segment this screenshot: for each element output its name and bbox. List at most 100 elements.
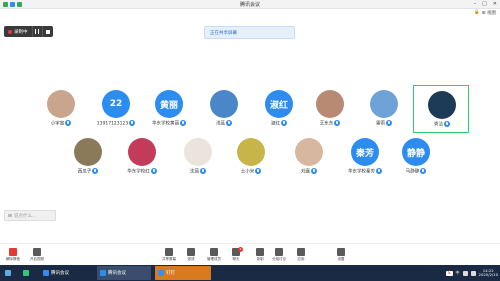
participant-name-text: 秀洁 bbox=[434, 122, 443, 128]
participant-tile[interactable]: 秦芳 华东学校秦芳 bbox=[337, 133, 393, 181]
participant-tile[interactable]: 小宇宙 bbox=[33, 85, 89, 133]
participant-tile[interactable]: 雷雨 bbox=[356, 85, 412, 133]
toolbar-label: 解除静音 bbox=[6, 257, 20, 261]
clock[interactable]: 14:22 2020/2/10 bbox=[479, 268, 498, 278]
participant-tile[interactable]: 静静 马静静 bbox=[388, 133, 444, 181]
participant-tile[interactable]: 22 13917123123 bbox=[88, 85, 144, 133]
participant-name-text: 华东学校秦芳 bbox=[348, 169, 375, 175]
view-button[interactable]: ⊞ 视图 bbox=[482, 10, 496, 16]
avatar bbox=[128, 138, 156, 166]
start-button[interactable] bbox=[2, 266, 16, 280]
participant-name-text: 雷雨 bbox=[376, 121, 385, 127]
maximize-icon[interactable]: □ bbox=[482, 1, 487, 7]
pause-recording-button[interactable] bbox=[33, 26, 43, 37]
taskbar-app-button[interactable]: 腾讯会议 bbox=[40, 266, 92, 280]
toolbar-label: 管理成员 bbox=[207, 257, 221, 261]
title-bar: 腾讯会议 – □ ✕ bbox=[0, 0, 500, 9]
language-indicator[interactable]: 中 bbox=[456, 270, 460, 276]
close-icon[interactable]: ✕ bbox=[493, 1, 497, 7]
participant-tile[interactable]: 西瓜子 bbox=[60, 133, 116, 181]
toolbar-settings-button[interactable]: 设置 bbox=[330, 246, 352, 266]
participant-name-text: 刘嘉 bbox=[301, 169, 310, 175]
apps-icon bbox=[297, 248, 305, 256]
participant-tile[interactable]: 秀洁 bbox=[413, 85, 469, 133]
participant-name-text: 浅蓝 bbox=[216, 121, 225, 127]
meeting-toolbar: 解除静音 开启视频 共享屏幕 邀请 管理成员 聊天 1 录制 分组讨论 应用 设置 bbox=[0, 243, 500, 265]
muted-mic-icon bbox=[311, 168, 317, 174]
participant-name: 秀洁 bbox=[414, 121, 470, 128]
toolbar-group-button[interactable]: 分组讨论 bbox=[268, 246, 290, 266]
participant-name-text: 淑红 bbox=[271, 121, 280, 127]
avatar bbox=[47, 90, 75, 118]
avatar bbox=[295, 138, 323, 166]
taskbar-app-label: 钉钉 bbox=[166, 271, 175, 276]
app-icon bbox=[43, 270, 49, 276]
stop-recording-button[interactable] bbox=[43, 26, 53, 37]
taskbar-app-button[interactable]: 钉钉 bbox=[155, 266, 211, 280]
muted-mic-icon bbox=[129, 120, 136, 126]
network-icon[interactable] bbox=[462, 270, 468, 276]
taskbar-app-label: 腾讯会议 bbox=[108, 271, 126, 276]
meeting-subbar: 🔒 ⊞ 视图 bbox=[0, 9, 500, 18]
participant-name-text: 小宇宙 bbox=[50, 121, 65, 127]
toolbar-chat-button[interactable]: 聊天 1 bbox=[225, 246, 247, 266]
muted-mic-icon bbox=[65, 120, 72, 126]
windows-taskbar: S 中 14:22 2020/2/10 腾讯会议 腾讯会议 钉钉 bbox=[0, 265, 500, 281]
muted-mic-icon bbox=[444, 121, 450, 127]
participant-tile[interactable]: 淑红 淑红 bbox=[251, 85, 307, 133]
muted-mic-icon bbox=[386, 120, 392, 126]
toolbar-camera-button[interactable]: 开启视频 bbox=[26, 246, 48, 266]
participant-name: 土小米 bbox=[223, 168, 279, 175]
pause-icon bbox=[35, 29, 39, 34]
participant-tile[interactable]: 华东学校红 bbox=[114, 133, 170, 181]
toolbar-label: 开启视频 bbox=[30, 257, 44, 261]
participant-tile[interactable]: 黄丽 华东学校黄丽 bbox=[141, 85, 197, 133]
toolbar-invite-button[interactable]: 邀请 bbox=[180, 246, 202, 266]
participant-tile[interactable]: 沈丽 bbox=[170, 133, 226, 181]
muted-mic-icon bbox=[226, 120, 232, 126]
toolbar-label: 邀请 bbox=[187, 257, 195, 261]
muted-mic-icon bbox=[334, 120, 341, 126]
participant-name: 华东学校黄丽 bbox=[141, 120, 197, 127]
taskbar-app-button[interactable]: 腾讯会议 bbox=[97, 266, 151, 280]
chat-input[interactable]: 说点什么... bbox=[4, 210, 56, 221]
camera-icon bbox=[33, 248, 41, 256]
toolbar-apps-button[interactable]: 应用 bbox=[290, 246, 312, 266]
participant-name: 刘嘉 bbox=[281, 168, 337, 175]
wechat-icon bbox=[23, 270, 29, 276]
volume-icon[interactable] bbox=[470, 270, 476, 276]
toolbar-members-button[interactable]: 管理成员 bbox=[203, 246, 225, 266]
minimize-icon[interactable]: – bbox=[474, 1, 477, 7]
lock-icon[interactable]: 🔒 bbox=[474, 10, 480, 15]
participant-tile[interactable]: 浅蓝 bbox=[196, 85, 252, 133]
toolbar-share-button[interactable]: 共享屏幕 bbox=[158, 246, 180, 266]
toolbar-label: 设置 bbox=[337, 257, 345, 261]
input-method-indicator[interactable]: S bbox=[445, 270, 453, 276]
avatar bbox=[237, 138, 265, 166]
participant-name-text: 西瓜子 bbox=[77, 169, 92, 175]
taskbar-app-wechat[interactable] bbox=[20, 266, 32, 280]
members-icon bbox=[210, 248, 218, 256]
share-icon bbox=[165, 248, 173, 256]
window-controls: – □ ✕ bbox=[474, 1, 497, 7]
chat-placeholder: 说点什么... bbox=[14, 214, 37, 219]
avatar: 静静 bbox=[402, 138, 430, 166]
participant-tile[interactable]: 王东东 bbox=[302, 85, 358, 133]
participant-name: 浅蓝 bbox=[196, 120, 252, 127]
avatar: 秦芳 bbox=[351, 138, 379, 166]
participant-tile[interactable]: 刘嘉 bbox=[281, 133, 337, 181]
share-banner[interactable]: 正在共享屏幕 bbox=[204, 26, 295, 39]
participant-name: 沈丽 bbox=[170, 168, 226, 175]
participant-tile[interactable]: 土小米 bbox=[223, 133, 279, 181]
toolbar-mic-button[interactable]: 解除静音 bbox=[2, 246, 24, 266]
avatar bbox=[74, 138, 102, 166]
muted-mic-icon bbox=[376, 168, 382, 174]
participant-name: 西瓜子 bbox=[60, 168, 116, 175]
avatar bbox=[316, 90, 344, 118]
recording-status: 录制中 bbox=[4, 26, 33, 37]
muted-mic-icon bbox=[255, 168, 262, 174]
stop-icon bbox=[45, 29, 50, 34]
avatar bbox=[428, 91, 456, 119]
record-icon bbox=[256, 248, 264, 256]
muted-mic-icon bbox=[150, 168, 157, 174]
